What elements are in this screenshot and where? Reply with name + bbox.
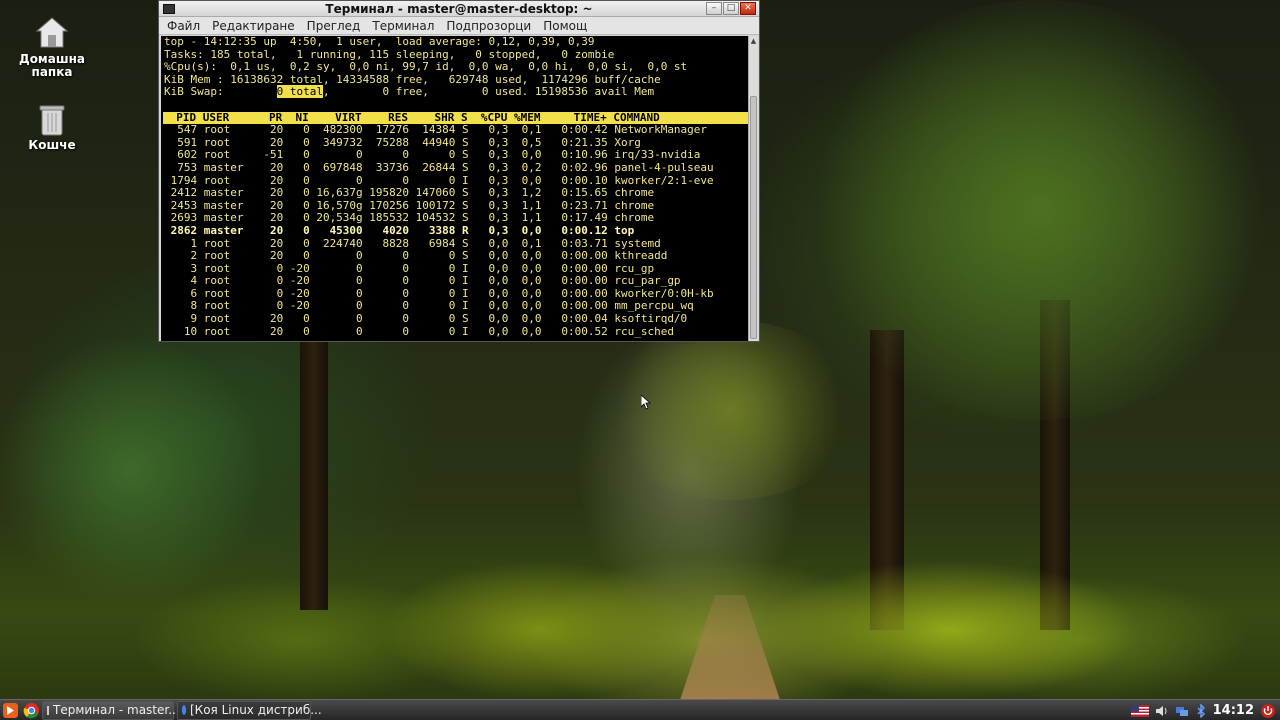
start-menu-button[interactable] xyxy=(0,701,21,720)
browser-launcher[interactable] xyxy=(21,701,42,720)
home-folder-icon xyxy=(35,17,69,48)
terminal-scrollbar[interactable]: ▲ xyxy=(748,36,758,341)
scrollbar-thumb[interactable] xyxy=(750,96,757,339)
menu-view[interactable]: Преглед xyxy=(301,19,367,33)
menu-file[interactable]: Файл xyxy=(161,19,206,33)
chrome-icon xyxy=(23,702,39,718)
process-row-running: 2862 master 20 0 45300 4020 3388 R 0,3 0… xyxy=(164,223,635,237)
maximize-button[interactable]: □ xyxy=(723,2,739,15)
top-swap-line: KiB Swap: 0 total, 0 free, 0 used. 15198… xyxy=(164,85,748,99)
terminal-icon xyxy=(47,705,49,715)
menu-tabs[interactable]: Подпрозорци xyxy=(440,19,537,33)
swap-rest: , 0 free, 0 used. 15198536 avail Mem xyxy=(322,85,655,99)
process-row: 2 root 20 0 0 0 0 S 0,0 0,0 0:00.00 kthr… xyxy=(164,249,668,263)
taskbar-item-label: [Коя Linux дистриб... xyxy=(190,703,322,717)
swap-total-highlight: 0 total xyxy=(276,85,323,99)
menu-help[interactable]: Помощ xyxy=(537,19,593,33)
window-titlebar[interactable]: Терминал - master@master-desktop: ~ – □ … xyxy=(159,1,759,17)
foliage xyxy=(800,0,1280,420)
top-summary-line: top - 14:12:35 up 4:50, 1 user, load ave… xyxy=(164,36,595,48)
us-flag-keyboard-layout-icon[interactable] xyxy=(1130,704,1149,717)
menubar: Файл Редактиране Преглед Терминал Подпро… xyxy=(159,17,759,35)
process-row: 4 root 0 -20 0 0 0 I 0,0 0,0 0:00.00 rcu… xyxy=(164,274,681,288)
close-button[interactable]: ✕ xyxy=(740,2,756,15)
desktop-icon-home[interactable]: Домашна папка xyxy=(7,16,97,79)
bluetooth-icon[interactable] xyxy=(1195,703,1207,718)
top-cpu-line: %Cpu(s): 0,1 us, 0,2 sy, 0,0 ni, 99,7 id… xyxy=(164,60,688,74)
tree-trunk xyxy=(300,330,328,610)
process-row: 9 root 20 0 0 0 0 S 0,0 0,0 0:00.04 ksof… xyxy=(164,312,688,326)
menu-edit[interactable]: Редактиране xyxy=(206,19,301,33)
process-row: 753 master 20 0 697848 33736 26844 S 0,3… xyxy=(164,160,714,174)
swap-prefix: KiB Swap: xyxy=(164,85,277,99)
network-icon[interactable] xyxy=(1175,704,1189,718)
foliage xyxy=(0,330,260,610)
minimize-button[interactable]: – xyxy=(706,2,722,15)
system-tray: 14:12 xyxy=(1130,700,1280,720)
window-title: Терминал - master@master-desktop: ~ xyxy=(325,2,593,16)
taskbar: Терминал - master... [Коя Linux дистриб.… xyxy=(0,699,1280,720)
grass xyxy=(380,560,700,700)
terminal-window[interactable]: Терминал - master@master-desktop: ~ – □ … xyxy=(158,0,760,342)
taskbar-item-browser[interactable]: [Коя Linux дистриб... xyxy=(177,700,322,720)
foliage xyxy=(600,320,860,500)
forest-path xyxy=(680,595,780,700)
trash-icon xyxy=(39,105,65,136)
taskbar-item-terminal[interactable]: Терминал - master... xyxy=(42,700,180,720)
process-row: 10 root 20 0 0 0 0 I 0,0 0,0 0:00.52 rcu… xyxy=(164,324,674,338)
desktop-icon-label: Кошче xyxy=(28,138,76,152)
chrome-icon xyxy=(182,705,186,715)
desktop-icon-label: Домашна папка xyxy=(19,52,85,79)
clock[interactable]: 14:12 xyxy=(1213,703,1254,718)
app-menu-icon xyxy=(3,702,18,718)
volume-icon[interactable] xyxy=(1155,704,1169,718)
menu-terminal[interactable]: Терминал xyxy=(366,19,440,33)
mouse-pointer-icon xyxy=(641,395,651,410)
terminal-output[interactable]: top - 14:12:35 up 4:50, 1 user, load ave… xyxy=(161,36,748,341)
grass xyxy=(760,560,1140,700)
taskbar-item-label: Терминал - master... xyxy=(53,703,180,717)
power-icon[interactable] xyxy=(1260,703,1276,719)
process-row: 547 root 20 0 482300 17276 14384 S 0,3 0… xyxy=(164,123,708,137)
process-row: 2412 master 20 0 16,637g 195820 147060 S… xyxy=(164,186,655,200)
desktop-icon-trash[interactable]: Кошче xyxy=(7,104,97,152)
scroll-up-arrow-icon[interactable]: ▲ xyxy=(749,36,758,46)
